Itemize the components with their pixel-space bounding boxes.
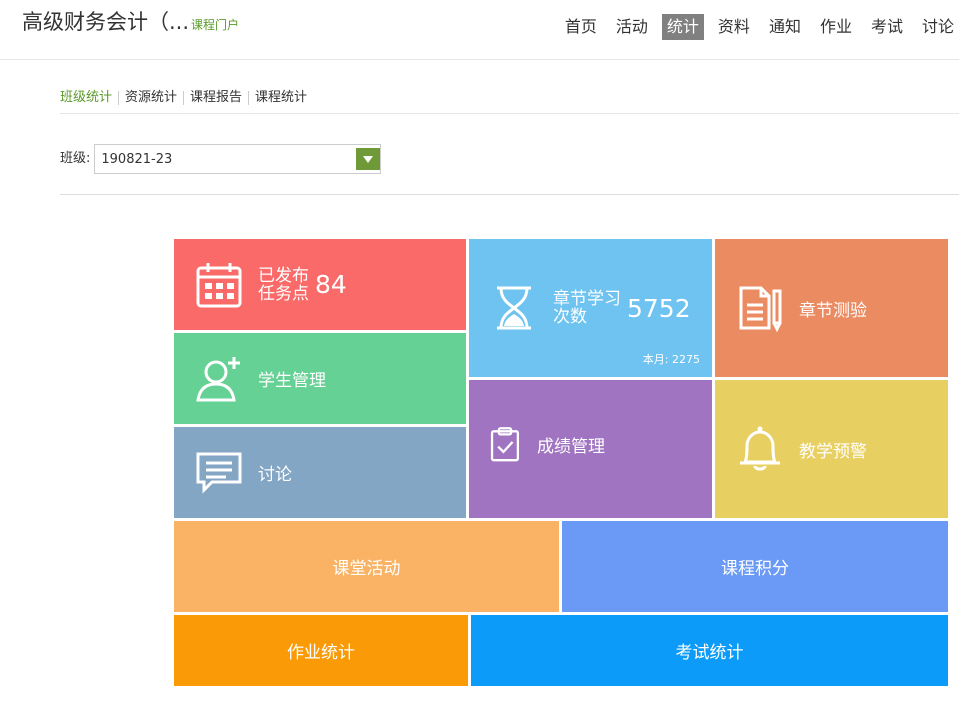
quiz-tile-label: 章节测验 — [799, 300, 867, 321]
exam-tile-label: 考试统计 — [675, 643, 744, 663]
user-add-icon — [196, 356, 240, 401]
tile-exam-stats[interactable]: 考试统计 — [471, 615, 948, 686]
nav-statistics[interactable]: 统计 — [661, 14, 704, 40]
nav-exam[interactable]: 考试 — [866, 14, 908, 40]
tile-teaching-warning[interactable]: 教学预警 — [715, 380, 948, 518]
tile-class-activity[interactable]: 课堂活动 — [174, 521, 559, 612]
header: 高级财务会计（... 课程门户 首页 活动 统计 资料 通知 作业 考试 讨论 — [0, 0, 959, 60]
discuss-tile-label: 讨论 — [258, 465, 292, 485]
score-tile-label: 成绩管理 — [537, 437, 605, 457]
homework-tile-label: 作业统计 — [287, 643, 355, 663]
document-pen-icon — [739, 286, 782, 333]
chapter-study-count: 5752 — [627, 293, 691, 323]
hourglass-icon — [497, 286, 531, 330]
chapter-tile-line2: 次数 — [553, 307, 587, 327]
chapter-month-count: 本月: 2275 — [642, 353, 700, 366]
subnav-course-stats[interactable]: 课程统计 — [248, 90, 313, 105]
nav-activity[interactable]: 活动 — [611, 14, 653, 40]
tile-grade-management[interactable]: 成绩管理 — [469, 380, 712, 518]
chat-icon — [196, 452, 242, 494]
task-tile-caption: 已发布 任务点 — [258, 267, 309, 303]
subnav-course-report[interactable]: 课程报告 — [183, 90, 248, 105]
tile-homework-stats[interactable]: 作业统计 — [174, 615, 468, 686]
dropdown-arrow-icon[interactable] — [356, 148, 381, 170]
class-label: 班级: — [60, 151, 91, 166]
tile-chapter-quiz[interactable]: 章节测验 — [715, 239, 948, 377]
subnav-class-stats[interactable]: 班级统计 — [60, 90, 118, 105]
tile-discussion[interactable]: 讨论 — [174, 427, 466, 518]
subnav-resource-stats[interactable]: 资源统计 — [118, 90, 183, 105]
tile-student-management[interactable]: 学生管理 — [174, 333, 466, 424]
calendar-icon — [196, 262, 242, 307]
task-count: 84 — [315, 270, 347, 299]
tile-chapter-study[interactable]: 章节学习 次数 5752 本月: 2275 — [469, 239, 712, 377]
tile-course-points[interactable]: 课程积分 — [562, 521, 948, 612]
warning-tile-label: 教学预警 — [799, 441, 867, 462]
stats-subnav: 班级统计 资源统计 课程报告 课程统计 — [60, 88, 959, 114]
task-tile-line1: 已发布 — [258, 265, 309, 286]
clipboard-check-icon — [490, 427, 520, 462]
top-nav: 首页 活动 统计 资料 通知 作业 考试 讨论 — [551, 14, 959, 40]
chapter-tile-caption: 章节学习 次数 — [553, 290, 621, 326]
class-select[interactable]: 190821-23 — [94, 144, 382, 174]
nav-homework[interactable]: 作业 — [815, 14, 857, 40]
course-title-text: 高级财务会计（... — [22, 10, 190, 34]
chapter-tile-line1: 章节学习 — [553, 289, 621, 309]
course-title: 高级财务会计（... 课程门户 — [22, 6, 239, 36]
nav-discussion[interactable]: 讨论 — [917, 14, 959, 40]
task-tile-line2: 任务点 — [258, 283, 309, 304]
points-tile-label: 课程积分 — [721, 559, 789, 579]
class-filter-row: 班级: 190821-23 — [60, 144, 959, 195]
nav-home[interactable]: 首页 — [560, 14, 602, 40]
tile-published-tasks[interactable]: 已发布 任务点 84 — [174, 239, 466, 330]
nav-notices[interactable]: 通知 — [764, 14, 806, 40]
nav-materials[interactable]: 资料 — [713, 14, 755, 40]
bell-icon — [740, 426, 780, 471]
student-tile-label: 学生管理 — [258, 371, 326, 391]
class-select-value: 190821-23 — [101, 151, 173, 167]
activity-tile-label: 课堂活动 — [332, 559, 401, 579]
course-portal-link[interactable]: 课程门户 — [191, 18, 239, 32]
